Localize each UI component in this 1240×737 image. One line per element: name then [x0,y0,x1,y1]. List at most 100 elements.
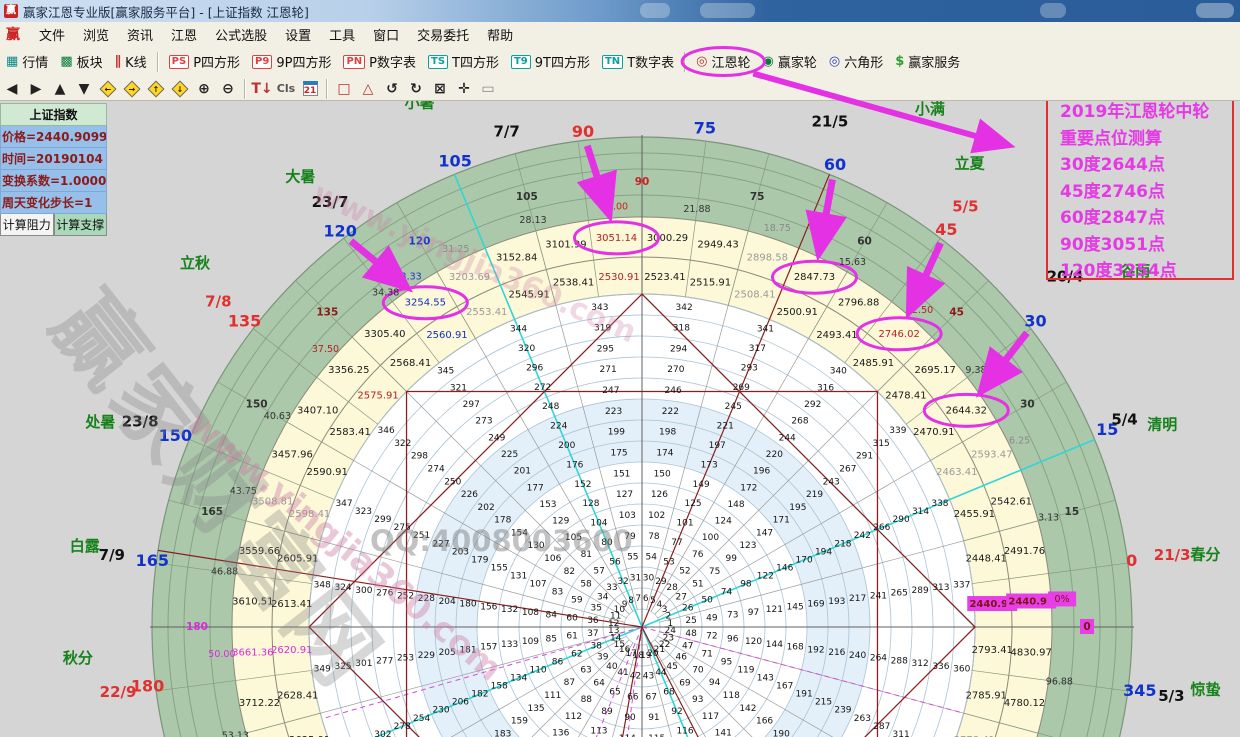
menu-item-4[interactable]: 公式选股 [206,23,276,46]
menu-item-3[interactable]: 江恩 [162,23,206,46]
svg-text:317: 317 [749,344,766,354]
diamond-left-icon[interactable]: ← [96,79,120,98]
toolbar-button-江恩轮[interactable]: ◎江恩轮 [690,49,756,74]
svg-text:182: 182 [471,690,488,700]
screen-tool-icon[interactable]: ▭ [476,79,500,98]
triangle-tool-icon[interactable]: △ [356,79,380,98]
rect-tool-icon[interactable]: □ [332,79,356,98]
zoom-out-icon[interactable]: ⊖ [216,79,240,98]
toolbar-button-9T四方形[interactable]: T99T四方形 [505,49,596,74]
svg-text:37: 37 [587,629,598,639]
toolbar-button-9P四方形[interactable]: P99P四方形 [246,49,337,74]
cls-tool-icon[interactable]: Cls [274,79,298,98]
toolbar-button-赢家服务[interactable]: $赢家服务 [889,49,966,74]
svg-text:46.88: 46.88 [211,567,238,578]
calc-support-button[interactable]: 计算支撑 [54,214,108,236]
toolbar-button-T数字表[interactable]: TNT数字表 [596,49,680,74]
svg-text:50.00: 50.00 [208,649,235,660]
zoom-in-icon[interactable]: ⊕ [192,79,216,98]
svg-text:288: 288 [891,656,908,666]
toolbar-button-label: P数字表 [369,52,416,71]
svg-text:291: 291 [856,452,873,462]
svg-text:2847.73: 2847.73 [794,272,835,283]
toolbar-button-行情[interactable]: ▦行情 [0,49,54,74]
svg-text:172: 172 [740,483,757,493]
toolbar-button-P数字表[interactable]: PN P数字表 [337,49,422,74]
svg-text:40: 40 [606,662,618,672]
menu-item-5[interactable]: 设置 [276,23,320,46]
diamond-right-icon[interactable]: → [120,79,144,98]
svg-text:6: 6 [643,594,649,604]
menu-item-0[interactable]: 文件 [30,23,74,46]
toolbar-button-赢家轮[interactable]: ◉赢家轮 [757,49,823,74]
svg-text:105: 105 [438,152,471,171]
toolbar-button-P四方形[interactable]: PSP四方形 [163,49,246,74]
svg-text:105: 105 [565,533,582,543]
svg-text:90: 90 [635,176,650,188]
svg-text:271: 271 [600,365,617,375]
calc-resistance-button[interactable]: 计算阻力 [0,214,54,236]
toolbar-button-板块[interactable]: ▩板块 [54,49,108,74]
menu-item-8[interactable]: 交易委托 [408,23,478,46]
svg-text:190: 190 [773,729,790,737]
menu-item-2[interactable]: 资讯 [118,23,162,46]
back-icon[interactable]: ◀ [0,79,24,98]
diamond-down-icon[interactable]: ↓ [168,79,192,98]
svg-text:30: 30 [1020,399,1035,411]
svg-text:2440.91: 2440.91 [1008,596,1054,607]
svg-text:90: 90 [624,713,636,723]
svg-text:277: 277 [376,656,393,666]
svg-text:120: 120 [409,236,431,248]
svg-text:66: 66 [627,692,639,702]
svg-text:244: 244 [779,433,796,443]
9P四方形-icon: P9 [252,55,272,69]
svg-text:349: 349 [314,665,331,675]
svg-text:243: 243 [823,477,840,487]
svg-text:43: 43 [643,672,654,682]
svg-text:2515.91: 2515.91 [690,278,731,289]
toolbar-button-K线[interactable]: ∥K线 [109,49,153,74]
height-tool-icon[interactable]: T↓ [250,79,274,98]
svg-text:267: 267 [839,465,856,475]
svg-text:7/8: 7/8 [205,292,231,310]
menu-item-1[interactable]: 浏览 [74,23,118,46]
toolbar-button-T四方形[interactable]: TST四方形 [422,49,505,74]
P数字表-icon: PN [343,55,365,69]
menu-item-9[interactable]: 帮助 [478,23,522,46]
svg-text:216: 216 [828,648,845,658]
svg-text:242: 242 [854,531,871,541]
svg-text:56: 56 [609,557,621,567]
window-controls[interactable] [1196,3,1234,18]
svg-text:6.25: 6.25 [1009,435,1030,446]
down-icon[interactable]: ▼ [72,79,96,98]
toolbar-separator [326,79,328,99]
svg-text:200: 200 [558,441,575,451]
svg-text:25.00: 25.00 [601,201,628,212]
svg-text:110: 110 [529,666,546,676]
svg-text:289: 289 [912,586,929,596]
svg-text:150: 150 [654,469,671,479]
menu-item-6[interactable]: 工具 [320,23,364,46]
rotate-cw-icon[interactable]: ↻ [404,79,428,98]
svg-text:82: 82 [564,567,575,577]
annotation-line-2: 30度2644点 [1060,152,1232,179]
toolbar-button-六角形[interactable]: ◎六角形 [823,49,889,74]
menu-item-7[interactable]: 窗口 [364,23,408,46]
svg-text:345: 345 [1123,681,1156,700]
rotate-ccw-icon[interactable]: ↺ [380,79,404,98]
forward-icon[interactable]: ▶ [24,79,48,98]
svg-text:179: 179 [471,555,488,565]
svg-text:166: 166 [756,717,773,727]
svg-text:312: 312 [912,659,929,669]
fit-tool-icon[interactable]: ✛ [452,79,476,98]
svg-text:249: 249 [488,433,505,443]
up-icon[interactable]: ▲ [48,79,72,98]
svg-text:153: 153 [539,500,556,510]
title-bar[interactable]: 赢 赢家江恩专业版[赢家服务平台] - [上证指数 江恩轮] [0,0,1240,22]
svg-text:181: 181 [459,645,476,655]
delete-box-icon[interactable]: ⊠ [428,79,452,98]
svg-text:立秋: 立秋 [180,254,211,272]
calendar-icon[interactable]: 21 [298,79,322,98]
diamond-up-icon[interactable]: ↑ [144,79,168,98]
svg-text:53: 53 [663,557,674,567]
